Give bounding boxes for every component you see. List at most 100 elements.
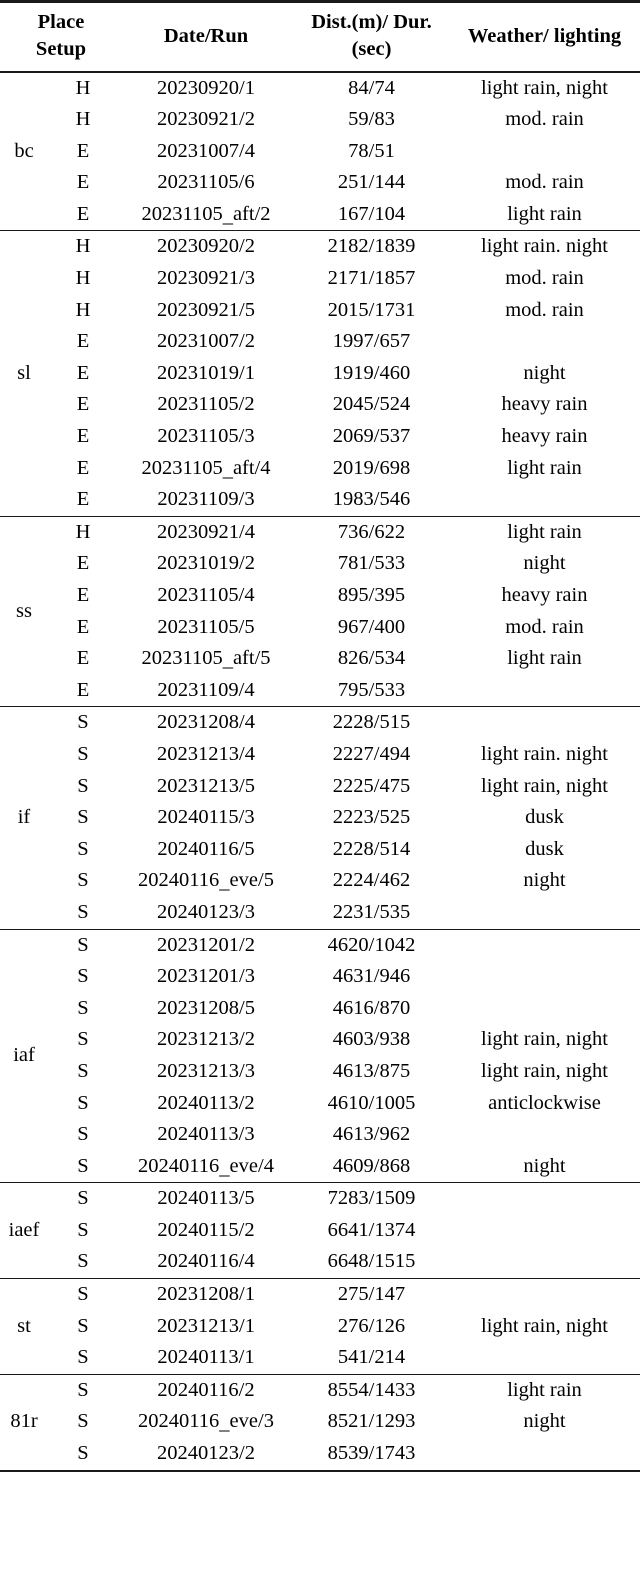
table-row: S 20240116/5 2228/514 dusk [0, 834, 640, 866]
setup-cell: S [77, 965, 89, 988]
date-run-cell: 20231105_aft/2 [141, 202, 271, 227]
setup-cell: H [75, 235, 91, 258]
table-row: S 20231213/3 4613/875 light rain, night [0, 1056, 640, 1088]
table-row: E 20231105/2 2045/524 heavy rain [0, 389, 640, 421]
dist-dur-cell: 4610/1005 [327, 1091, 416, 1114]
date-run-cell: 20231105_aft/5 [141, 647, 271, 672]
dist-dur-cell: 6641/1374 [327, 1218, 416, 1241]
weather-lighting-cell [449, 993, 640, 1025]
weather-lighting-cell [449, 1438, 640, 1471]
setup-cell: H [75, 108, 91, 131]
dist-dur-cell: 4631/946 [332, 965, 411, 988]
setup-cell: S [77, 996, 89, 1019]
data-table-container: Place Setup Date/Run Dist.(m)/ Dur.(sec)… [0, 0, 640, 1473]
weather-lighting-cell [449, 1342, 640, 1374]
weather-lighting-cell [449, 1279, 640, 1311]
setup-cell: S [77, 1123, 89, 1146]
weather-lighting-cell: heavy rain [501, 393, 588, 416]
table-row: E 20231105/4 895/395 heavy rain [0, 580, 640, 612]
setup-cell: H [75, 520, 91, 543]
dist-dur-cell: 2223/525 [332, 806, 411, 829]
dist-dur-cell: 826/534 [337, 647, 406, 670]
weather-lighting-cell: mod. rain [505, 267, 584, 290]
setup-cell: S [77, 869, 89, 892]
setup-cell: E [76, 456, 90, 479]
dist-dur-cell: 4613/962 [332, 1123, 411, 1146]
table-row: S 20231213/5 2225/475 light rain, night [0, 771, 640, 803]
table-row: S 20231208/5 4616/870 [0, 993, 640, 1025]
weather-lighting-cell: light rain [507, 647, 582, 670]
table-row: S 20240123/3 2231/535 [0, 897, 640, 929]
setup-cell: S [77, 1059, 89, 1082]
date-run-cell: 20240116_eve/4 [138, 1154, 274, 1179]
date-run-cell: 20240116_eve/5 [138, 869, 274, 894]
setup-cell: S [77, 1218, 89, 1241]
runs-table: Place Setup Date/Run Dist.(m)/ Dur.(sec)… [0, 0, 640, 1473]
setup-cell: S [77, 774, 89, 797]
table-row: E 20231105_aft/5 826/534 light rain [0, 643, 640, 675]
date-run-cell: 20231213/3 [157, 1059, 255, 1082]
table-row: E 20231105/5 967/400 mod. rain [0, 612, 640, 644]
date-run-cell: 20240113/1 [157, 1346, 255, 1369]
weather-lighting-cell [449, 675, 640, 707]
setup-cell: S [77, 711, 89, 734]
dist-dur-cell: 2224/462 [332, 869, 411, 892]
weather-lighting-cell [449, 961, 640, 993]
date-run-cell: 20240116/4 [157, 1250, 255, 1273]
table-row: S 20231201/3 4631/946 [0, 961, 640, 993]
table-row: 81r S 20240116/2 8554/1433 light rain [0, 1375, 640, 1433]
table-bottom-rule [0, 1469, 640, 1473]
table-row: S 20240116_eve/4 4609/868 night [0, 1151, 640, 1183]
setup-cell: E [76, 647, 90, 670]
dist-dur-cell: 8539/1743 [327, 1442, 416, 1465]
setup-cell: S [77, 806, 89, 829]
setup-cell: S [77, 1283, 89, 1306]
table-row: E 20231019/1 1919/460 night [0, 358, 640, 390]
setup-cell: H [75, 267, 91, 290]
setup-cell: S [77, 1314, 89, 1337]
dist-dur-cell: 78/51 [348, 139, 395, 162]
dist-dur-cell: 2015/1731 [327, 298, 416, 321]
date-run-cell: 20230921/2 [157, 108, 255, 131]
table-row: S 20240113/2 4610/1005 anticlockwise [0, 1088, 640, 1120]
date-run-cell: 20240116/5 [157, 837, 255, 860]
header-place-setup: Place Setup [0, 3, 118, 72]
place-cell: st [17, 1314, 31, 1337]
weather-lighting-cell: light rain [507, 1378, 582, 1401]
setup-cell: E [76, 171, 90, 194]
weather-lighting-cell: mod. rain [505, 108, 584, 131]
dist-dur-cell: 275/147 [337, 1283, 406, 1306]
dist-dur-cell: 4603/938 [332, 1028, 411, 1051]
weather-lighting-cell: light rain, night [481, 1059, 608, 1082]
table-row: if S 20231208/4 2228/515 [0, 707, 640, 828]
setup-cell: E [76, 488, 90, 511]
weather-lighting-cell [449, 1215, 640, 1247]
table-row: E 20231105_aft/2 167/104 light rain [0, 199, 640, 231]
setup-cell: S [77, 1410, 89, 1433]
weather-lighting-cell: dusk [525, 806, 564, 829]
table-row: S 20231213/2 4603/938 light rain, night [0, 1024, 640, 1056]
table-row: E 20231109/3 1983/546 [0, 484, 640, 516]
date-run-cell: 20231007/2 [157, 330, 255, 353]
header-date-run: Date/Run [163, 24, 249, 47]
date-run-cell: 20231105/3 [157, 425, 255, 448]
date-run-cell: 20240113/2 [157, 1091, 255, 1114]
table-row: S 20240116_eve/3 8521/1293 night [0, 1406, 640, 1438]
place-cell: ss [16, 599, 32, 622]
dist-dur-cell: 251/144 [337, 171, 406, 194]
header-weather-line2: lighting [553, 24, 622, 47]
dist-dur-cell: 2227/494 [332, 742, 411, 765]
table-row: iaf S 20231201/2 4620/1042 [0, 930, 640, 1067]
weather-lighting-cell: night [523, 1154, 566, 1177]
dist-dur-cell: 895/395 [337, 584, 406, 606]
table-row: S 20240123/2 8539/1743 [0, 1438, 640, 1471]
table-row: E 20231105/6 251/144 mod. rain [0, 167, 640, 199]
table-row: S 20231213/1 276/126 light rain, night [0, 1311, 640, 1343]
weather-lighting-cell [449, 1246, 640, 1278]
dist-dur-cell: 167/104 [337, 202, 406, 225]
setup-cell: E [76, 678, 90, 701]
weather-lighting-cell: anticlockwise [488, 1091, 601, 1114]
dist-dur-cell: 781/533 [337, 552, 406, 575]
date-run-cell: 20231007/4 [157, 139, 255, 162]
setup-cell: E [76, 393, 90, 416]
